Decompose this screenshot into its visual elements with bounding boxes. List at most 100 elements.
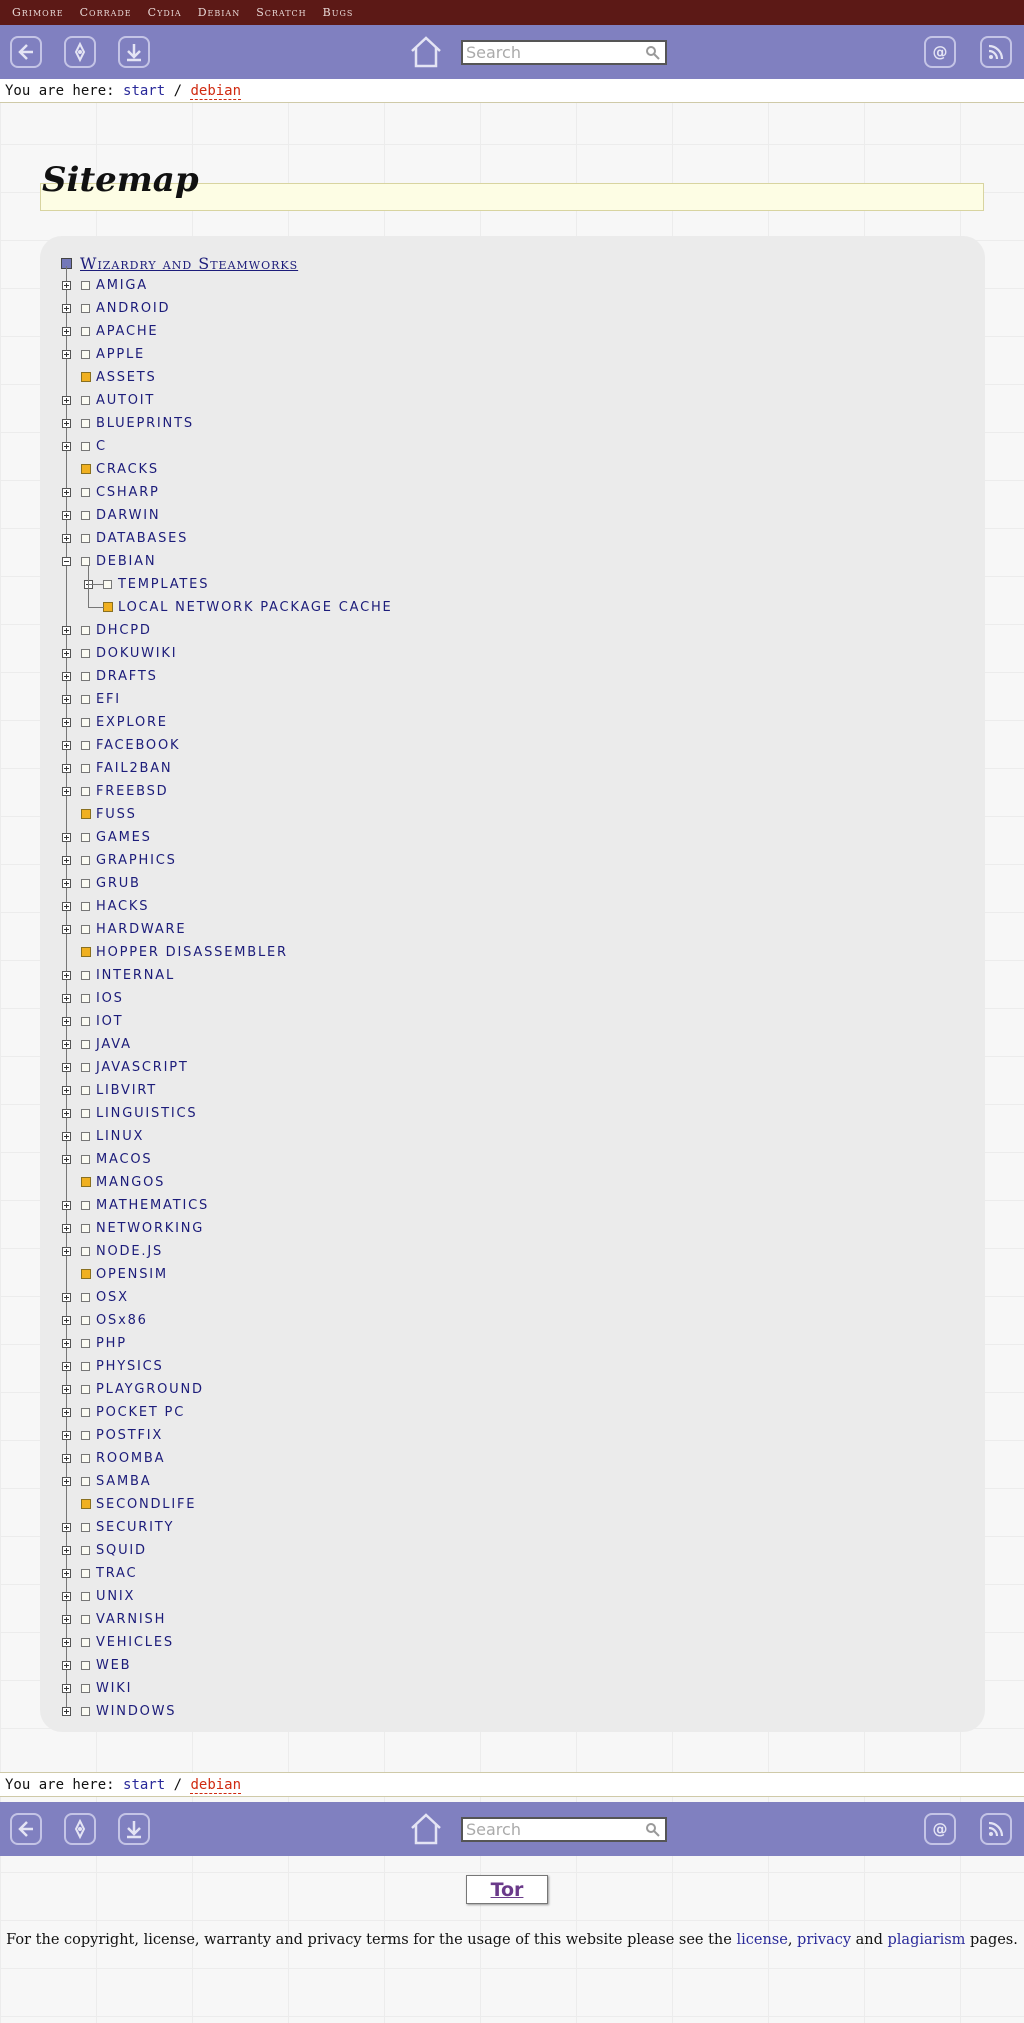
expand-toggle-icon[interactable] (62, 349, 71, 359)
expand-toggle-icon[interactable] (62, 1591, 71, 1601)
tree-item-link[interactable]: DHCPD (96, 623, 152, 638)
tree-item-link[interactable]: PHP (96, 1336, 127, 1351)
expand-toggle-icon[interactable] (62, 1660, 71, 1670)
search-input[interactable] (463, 42, 643, 63)
license-link[interactable]: license (736, 1932, 787, 1948)
expand-toggle-icon[interactable] (62, 1706, 71, 1716)
tree-item-link[interactable]: FAIL2BAN (96, 761, 172, 776)
tree-item-link[interactable]: OPENSIM (96, 1267, 168, 1282)
tree-item-link[interactable]: FREEBSD (96, 784, 169, 799)
tree-item-link[interactable]: MANGOS (96, 1175, 165, 1190)
tree-item-link[interactable]: NETWORKING (96, 1221, 204, 1236)
expand-toggle-icon[interactable] (62, 855, 71, 865)
breadcrumb-current-link[interactable]: debian (190, 83, 242, 100)
search-icon[interactable] (645, 1822, 661, 1838)
expand-toggle-icon[interactable] (62, 1476, 71, 1486)
expand-toggle-icon[interactable] (62, 694, 71, 704)
expand-toggle-icon[interactable] (62, 901, 71, 911)
email-icon[interactable]: @ (924, 36, 956, 68)
breadcrumb-current-link[interactable]: debian (190, 1777, 242, 1794)
download-icon[interactable] (118, 1813, 150, 1845)
tree-item-link[interactable]: ROOMBA (96, 1451, 165, 1466)
topnav-scratch[interactable]: Scratch (256, 6, 306, 19)
tree-item-link[interactable]: BLUEPRINTS (96, 416, 194, 431)
expand-toggle-icon[interactable] (62, 717, 71, 727)
home-icon[interactable] (409, 1812, 443, 1846)
tree-item-link[interactable]: APACHE (96, 324, 158, 339)
expand-toggle-icon[interactable] (62, 510, 71, 520)
expand-toggle-icon[interactable] (62, 993, 71, 1003)
breadcrumb-start-link[interactable]: start (123, 1777, 165, 1793)
tree-item-link[interactable]: VEHICLES (96, 1635, 174, 1650)
expand-toggle-icon[interactable] (62, 924, 71, 934)
topnav-bugs[interactable]: Bugs (323, 6, 354, 19)
tree-item-link[interactable]: GRAPHICS (96, 853, 177, 868)
tree-item-link[interactable]: PLAYGROUND (96, 1382, 204, 1397)
tree-item-link[interactable]: WINDOWS (96, 1704, 176, 1719)
expand-toggle-icon[interactable] (62, 1384, 71, 1394)
expand-toggle-icon[interactable] (62, 878, 71, 888)
expand-toggle-icon[interactable] (62, 786, 71, 796)
tree-item-link[interactable]: LOCAL NETWORK PACKAGE CACHE (118, 600, 393, 615)
expand-toggle-icon[interactable] (62, 1085, 71, 1095)
expand-toggle-icon[interactable] (62, 625, 71, 635)
expand-toggle-icon[interactable] (62, 1407, 71, 1417)
expand-toggle-icon[interactable] (62, 1016, 71, 1026)
dokuwiki-icon[interactable] (64, 1813, 96, 1845)
expand-toggle-icon[interactable] (62, 1315, 71, 1325)
tree-item-link[interactable]: AMIGA (96, 278, 148, 293)
tree-root-link[interactable]: Wizardry and Steamworks (80, 254, 298, 273)
tree-item-link[interactable]: GRUB (96, 876, 141, 891)
tree-item-link[interactable]: HACKS (96, 899, 149, 914)
expand-toggle-icon[interactable] (62, 1683, 71, 1693)
tree-item-link[interactable]: CSHARP (96, 485, 160, 500)
topnav-cydia[interactable]: Cydia (148, 6, 182, 19)
expand-toggle-icon[interactable] (62, 1568, 71, 1578)
tree-item-link[interactable]: INTERNAL (96, 968, 175, 983)
tree-item-link[interactable]: OSx86 (96, 1313, 148, 1328)
email-icon[interactable]: @ (924, 1813, 956, 1845)
expand-toggle-icon[interactable] (62, 1338, 71, 1348)
tree-item-link[interactable]: DATABASES (96, 531, 188, 546)
tree-item-link[interactable]: IOT (96, 1014, 123, 1029)
tree-item-link[interactable]: IOS (96, 991, 124, 1006)
tree-item-link[interactable]: APPLE (96, 347, 145, 362)
topnav-corrade[interactable]: Corrade (80, 6, 132, 19)
collapse-toggle-icon[interactable] (62, 556, 71, 566)
tree-item-link[interactable]: EFI (96, 692, 121, 707)
tree-item-link[interactable]: VARNISH (96, 1612, 166, 1627)
tree-item-link[interactable]: ANDROID (96, 301, 170, 316)
expand-toggle-icon[interactable] (62, 395, 71, 405)
tree-item-link[interactable]: SECONDLIFE (96, 1497, 196, 1512)
tree-item-link[interactable]: FACEBOOK (96, 738, 180, 753)
expand-toggle-icon[interactable] (62, 1039, 71, 1049)
tree-item-link[interactable]: OSX (96, 1290, 129, 1305)
expand-toggle-icon[interactable] (62, 1200, 71, 1210)
download-icon[interactable] (118, 36, 150, 68)
home-icon[interactable] (409, 35, 443, 69)
tree-item-link[interactable]: TRAC (96, 1566, 137, 1581)
tree-item-link[interactable]: GAMES (96, 830, 152, 845)
tree-item-link[interactable]: EXPLORE (96, 715, 168, 730)
tree-item-link[interactable]: SECURITY (96, 1520, 174, 1535)
expand-toggle-icon[interactable] (62, 1246, 71, 1256)
expand-toggle-icon[interactable] (62, 970, 71, 980)
tree-item-link[interactable]: TEMPLATES (118, 577, 209, 592)
expand-toggle-icon[interactable] (62, 303, 71, 313)
expand-toggle-icon[interactable] (62, 1522, 71, 1532)
tree-item-link[interactable]: MATHEMATICS (96, 1198, 209, 1213)
expand-toggle-icon[interactable] (62, 1430, 71, 1440)
tree-item-link[interactable]: WEB (96, 1658, 131, 1673)
expand-toggle-icon[interactable] (62, 487, 71, 497)
tree-item-link[interactable]: UNIX (96, 1589, 135, 1604)
tor-badge[interactable]: Tor (466, 1875, 548, 1904)
privacy-link[interactable]: privacy (797, 1932, 851, 1948)
dokuwiki-icon[interactable] (64, 36, 96, 68)
breadcrumb-start-link[interactable]: start (123, 83, 165, 99)
expand-toggle-icon[interactable] (62, 326, 71, 336)
tree-item-link[interactable]: POSTFIX (96, 1428, 163, 1443)
tree-item-link[interactable]: JAVASCRIPT (96, 1060, 189, 1075)
expand-toggle-icon[interactable] (62, 533, 71, 543)
expand-toggle-icon[interactable] (62, 441, 71, 451)
tree-item-link[interactable]: SAMBA (96, 1474, 151, 1489)
